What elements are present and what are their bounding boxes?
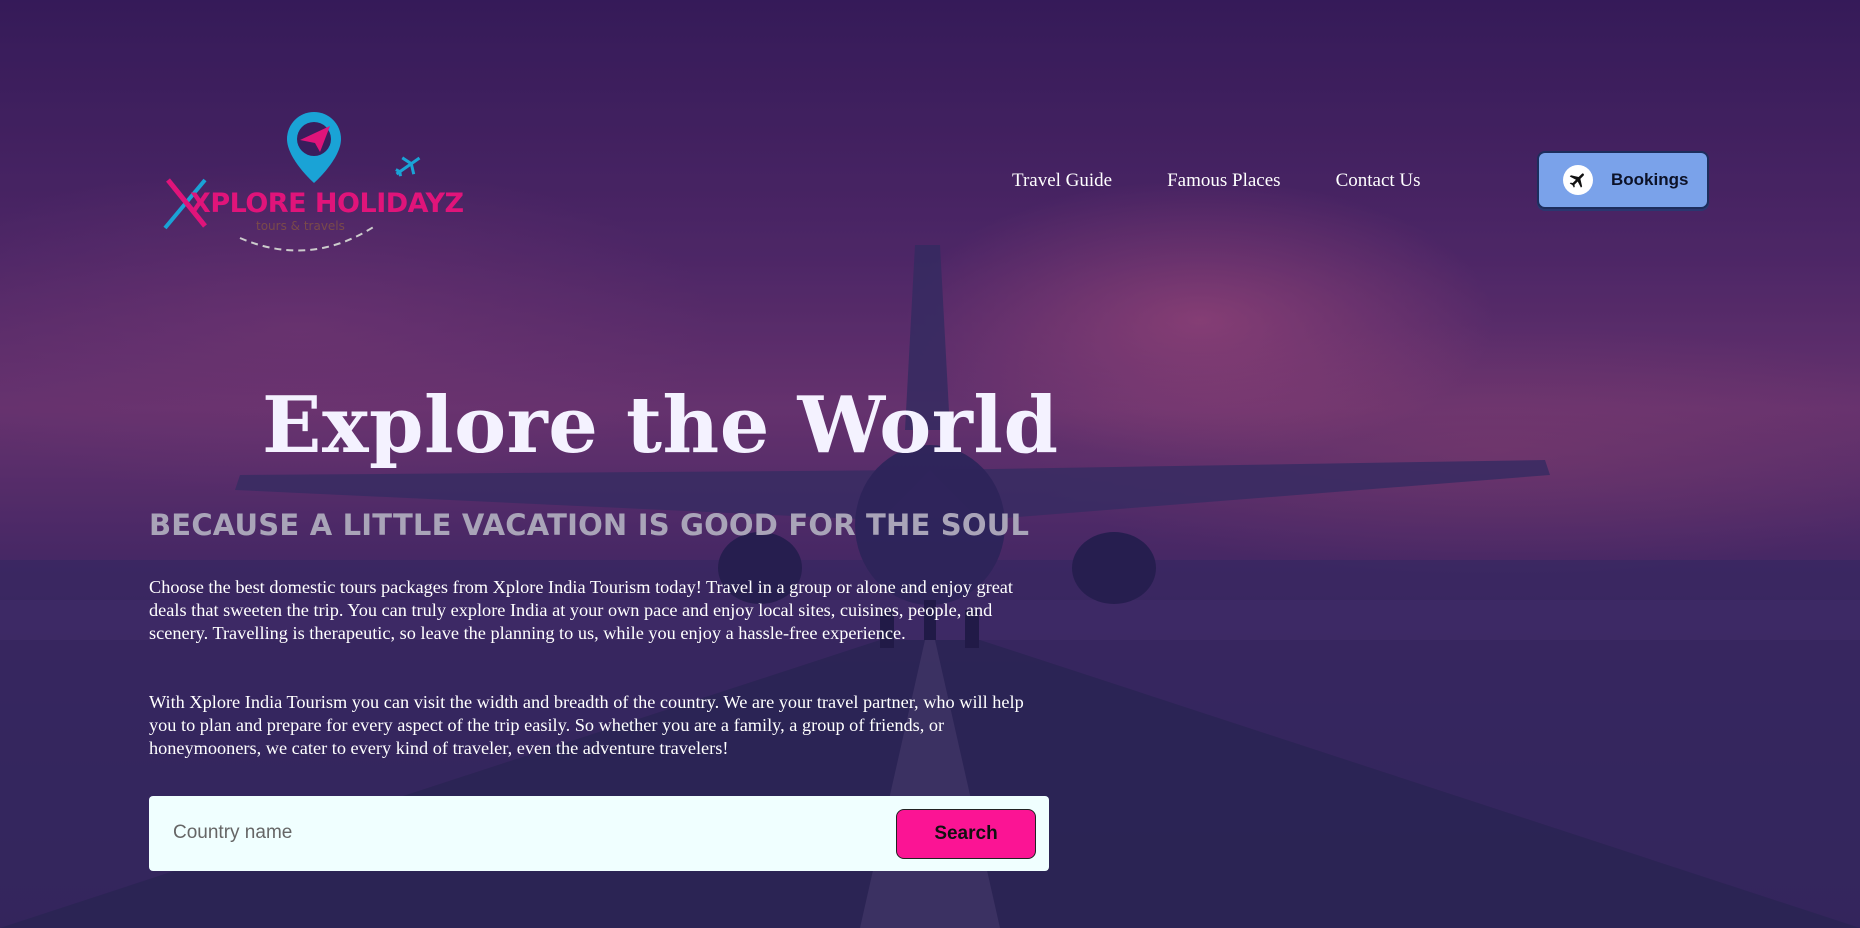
nav-contact-us[interactable]: Contact Us	[1336, 170, 1421, 192]
airplane-icon	[395, 156, 421, 177]
hero-title: Explore the World	[262, 380, 1059, 471]
main-nav: Travel Guide Famous Places Contact Us	[1012, 170, 1476, 192]
hero-tagline: BECAUSE A LITTLE VACATION IS GOOD FOR TH…	[149, 508, 1030, 542]
bookings-label: Bookings	[1611, 170, 1689, 189]
nav-travel-guide[interactable]: Travel Guide	[1012, 170, 1112, 192]
hero-paragraph-2: With Xplore India Tourism you can visit …	[149, 692, 1024, 758]
airplane-icon	[1563, 165, 1593, 195]
brand-logo[interactable]	[160, 108, 460, 258]
nav-famous-places[interactable]: Famous Places	[1167, 170, 1280, 192]
brand-tagline: tours & travels	[256, 219, 345, 233]
search-bar: Search	[149, 796, 1049, 871]
bookings-button[interactable]: Bookings	[1537, 151, 1709, 209]
map-pin-icon	[287, 112, 341, 183]
hero-paragraph-1: Choose the best domestic tours packages …	[149, 577, 1014, 643]
search-button[interactable]: Search	[896, 809, 1036, 859]
brand-name: XPLORE HOLIDAYZ	[190, 188, 464, 219]
